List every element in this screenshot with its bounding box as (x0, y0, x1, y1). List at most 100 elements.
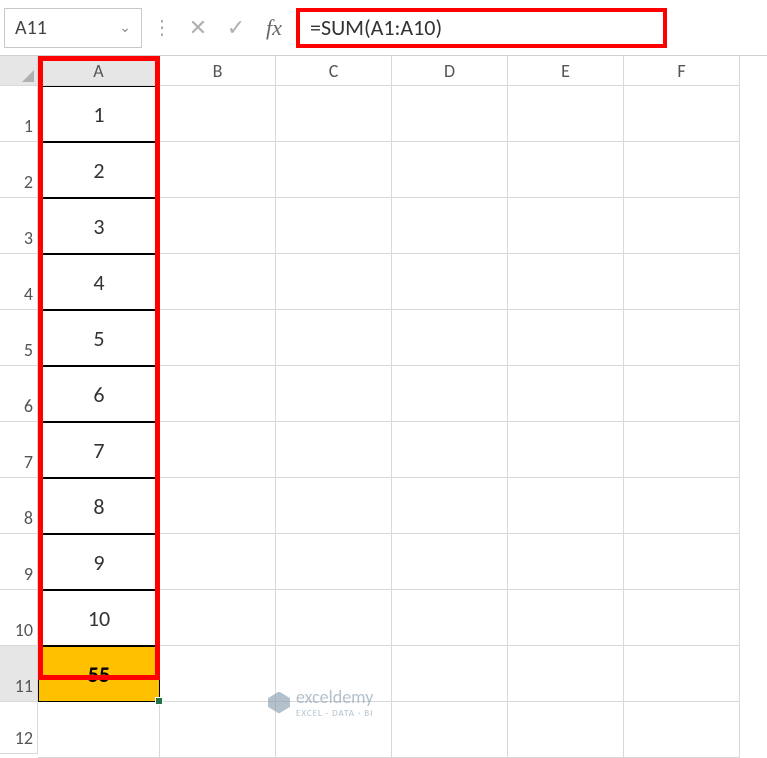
cell-a[interactable]: 8 (38, 478, 160, 534)
cell-empty[interactable] (160, 86, 276, 142)
cell-empty[interactable] (160, 702, 276, 758)
cell-empty[interactable] (160, 646, 276, 702)
cell-empty[interactable] (624, 422, 740, 478)
cell-empty[interactable] (392, 590, 508, 646)
cell-empty[interactable] (624, 142, 740, 198)
cell-empty[interactable] (276, 198, 392, 254)
cell-a[interactable]: 3 (38, 198, 160, 254)
row-header[interactable]: 11 (0, 646, 38, 702)
column-header-e[interactable]: E (508, 56, 624, 86)
cell-empty[interactable] (160, 142, 276, 198)
row-header[interactable]: 9 (0, 534, 38, 590)
cell-empty[interactable] (624, 702, 740, 758)
cell-empty[interactable] (392, 422, 508, 478)
enter-icon[interactable]: ✓ (220, 8, 252, 48)
cell-empty[interactable] (276, 310, 392, 366)
cell-a[interactable]: 7 (38, 422, 160, 478)
cell-empty[interactable] (276, 422, 392, 478)
cell-empty[interactable] (392, 254, 508, 310)
cell-empty[interactable] (508, 254, 624, 310)
row-header[interactable]: 1 (0, 86, 38, 142)
formula-bar: A11 ⌄ ⋮ ✕ ✓ fx =SUM(A1:A10) (0, 0, 767, 56)
cell-empty[interactable] (392, 534, 508, 590)
fx-icon[interactable]: fx (258, 15, 290, 41)
cell-empty[interactable] (392, 198, 508, 254)
cell-empty[interactable] (624, 590, 740, 646)
row-header[interactable]: 10 (0, 590, 38, 646)
cell-empty[interactable] (508, 366, 624, 422)
chevron-down-icon[interactable]: ⌄ (119, 19, 131, 36)
cell-empty[interactable] (624, 366, 740, 422)
cell-empty[interactable] (392, 702, 508, 758)
table-row: 11 (0, 86, 767, 142)
cell-empty[interactable] (38, 702, 160, 758)
cell-a[interactable]: 1 (38, 86, 160, 142)
row-header[interactable]: 5 (0, 310, 38, 366)
cell-empty[interactable] (392, 142, 508, 198)
column-header-a[interactable]: A (38, 56, 160, 86)
cell-empty[interactable] (276, 366, 392, 422)
cell-empty[interactable] (508, 422, 624, 478)
cell-a[interactable]: 4 (38, 254, 160, 310)
row-header[interactable]: 12 (0, 702, 38, 754)
table-row: 22 (0, 142, 767, 198)
cell-empty[interactable] (160, 198, 276, 254)
cell-empty[interactable] (392, 310, 508, 366)
row-header[interactable]: 6 (0, 366, 38, 422)
cell-empty[interactable] (508, 198, 624, 254)
cell-empty[interactable] (160, 478, 276, 534)
cell-a[interactable]: 2 (38, 142, 160, 198)
cell-empty[interactable] (160, 422, 276, 478)
cell-empty[interactable] (276, 590, 392, 646)
watermark: exceldemy EXCEL · DATA · BI (268, 686, 373, 719)
cell-a[interactable]: 10 (38, 590, 160, 646)
cell-empty[interactable] (624, 310, 740, 366)
cell-a[interactable]: 9 (38, 534, 160, 590)
cell-empty[interactable] (276, 478, 392, 534)
cell-empty[interactable] (160, 310, 276, 366)
cell-empty[interactable] (624, 254, 740, 310)
column-header-c[interactable]: C (276, 56, 392, 86)
cell-sum[interactable]: 55 (38, 646, 160, 702)
cell-empty[interactable] (160, 254, 276, 310)
cell-empty[interactable] (624, 646, 740, 702)
cell-empty[interactable] (508, 590, 624, 646)
cell-empty[interactable] (276, 142, 392, 198)
cell-empty[interactable] (392, 366, 508, 422)
row-header[interactable]: 3 (0, 198, 38, 254)
cell-empty[interactable] (508, 310, 624, 366)
column-header-d[interactable]: D (392, 56, 508, 86)
column-header-b[interactable]: B (160, 56, 276, 86)
cell-empty[interactable] (276, 86, 392, 142)
cell-a[interactable]: 6 (38, 366, 160, 422)
select-all-corner[interactable] (0, 56, 38, 86)
cell-empty[interactable] (508, 142, 624, 198)
cell-empty[interactable] (392, 86, 508, 142)
cell-empty[interactable] (160, 534, 276, 590)
cell-empty[interactable] (276, 254, 392, 310)
cell-empty[interactable] (624, 478, 740, 534)
fill-handle[interactable] (155, 697, 163, 705)
cell-empty[interactable] (624, 86, 740, 142)
cell-empty[interactable] (508, 478, 624, 534)
row-header[interactable]: 4 (0, 254, 38, 310)
cell-empty[interactable] (508, 702, 624, 758)
cell-empty[interactable] (276, 534, 392, 590)
cell-empty[interactable] (392, 478, 508, 534)
cell-empty[interactable] (624, 534, 740, 590)
row-header[interactable]: 8 (0, 478, 38, 534)
cell-empty[interactable] (508, 86, 624, 142)
formula-input[interactable]: =SUM(A1:A10) (296, 8, 667, 48)
cell-empty[interactable] (160, 590, 276, 646)
cell-empty[interactable] (392, 646, 508, 702)
row-header[interactable]: 2 (0, 142, 38, 198)
cell-empty[interactable] (508, 534, 624, 590)
cancel-icon[interactable]: ✕ (182, 8, 214, 48)
name-box[interactable]: A11 ⌄ (4, 8, 142, 48)
cell-empty[interactable] (508, 646, 624, 702)
cell-empty[interactable] (160, 366, 276, 422)
row-header[interactable]: 7 (0, 422, 38, 478)
cell-a[interactable]: 5 (38, 310, 160, 366)
column-header-f[interactable]: F (624, 56, 740, 86)
cell-empty[interactable] (624, 198, 740, 254)
